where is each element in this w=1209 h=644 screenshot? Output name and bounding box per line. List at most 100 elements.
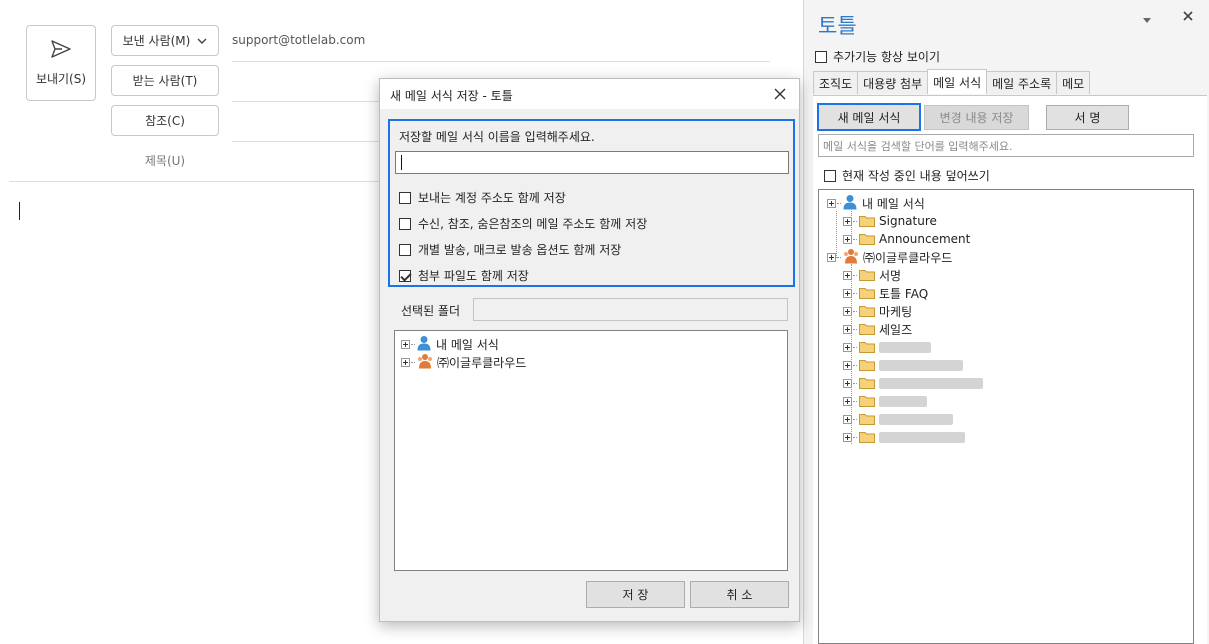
cc-button[interactable]: 참조(C) — [111, 105, 219, 136]
tree-connector — [853, 274, 857, 276]
expand-icon[interactable] — [843, 216, 852, 226]
expand-icon[interactable] — [843, 324, 852, 334]
tree-node-redacted[interactable] — [843, 356, 963, 374]
dialog-close-icon[interactable] — [774, 83, 786, 105]
option-save-recipients[interactable]: 수신, 참조, 숨은참조의 메일 주소도 함께 저장 — [399, 215, 647, 232]
tree-node-redacted[interactable] — [843, 410, 953, 428]
tab-org-chart[interactable]: 조직도 — [813, 71, 859, 94]
tree-node-signature-folder[interactable]: 서명 — [843, 266, 901, 284]
tree-label: 서명 — [879, 268, 902, 283]
option-save-send-options[interactable]: 개별 발송, 매크로 발송 옵션도 함께 저장 — [399, 241, 621, 258]
tab-label: 메일 서식 — [933, 75, 982, 90]
redacted-label — [879, 377, 983, 389]
overwrite-checkbox[interactable] — [824, 169, 836, 182]
tree-label: Signature — [879, 214, 937, 228]
expand-icon[interactable] — [843, 414, 852, 424]
redacted-label — [879, 395, 927, 407]
tree-label: ㈜이글루클라우드 — [863, 250, 953, 265]
from-divider — [232, 61, 770, 62]
option-save-attachments[interactable]: 첨부 파일도 함께 저장 — [399, 267, 529, 284]
option-save-sender[interactable]: 보내는 계정 주소도 함께 저장 — [399, 189, 566, 206]
subject-label: 제목(U) — [144, 154, 186, 168]
signature-button[interactable]: 서 명 — [1046, 105, 1129, 130]
expand-icon[interactable] — [843, 234, 852, 244]
tree-node-my-templates[interactable]: 내 메일 서식 — [827, 194, 925, 212]
tree-node-sales[interactable]: 세일즈 — [843, 320, 912, 338]
tab-mail-templates[interactable]: 메일 서식 — [927, 69, 988, 94]
from-button[interactable]: 보낸 사람(M) — [111, 25, 219, 56]
expand-icon[interactable] — [401, 357, 410, 367]
tab-large-attachment[interactable]: 대용량 첨부 — [857, 71, 929, 94]
tree-node-announcement[interactable]: Announcement — [843, 230, 970, 248]
tree-node-redacted[interactable] — [843, 392, 927, 410]
expand-icon[interactable] — [843, 270, 852, 280]
cancel-button-label: 취 소 — [726, 588, 753, 602]
tree-label: 내 메일 서식 — [436, 337, 499, 352]
tree-connector — [853, 418, 857, 420]
cancel-button[interactable]: 취 소 — [690, 581, 789, 608]
tree-connector — [411, 361, 415, 363]
send-button[interactable]: 보내기(S) — [26, 25, 96, 101]
expand-icon[interactable] — [843, 342, 852, 352]
tree-node-faq[interactable]: 토틀 FAQ — [843, 284, 928, 302]
expand-icon[interactable] — [401, 339, 410, 349]
save-sender-checkbox[interactable] — [399, 191, 411, 204]
always-show-checkbox[interactable] — [815, 50, 827, 63]
redacted-label — [879, 341, 931, 353]
body-cursor[interactable] — [19, 202, 20, 220]
tree-node-redacted[interactable] — [843, 428, 965, 446]
tree-node-marketing[interactable]: 마케팅 — [843, 302, 912, 320]
expand-icon[interactable] — [843, 378, 852, 388]
dialog-folder-tree[interactable]: 내 메일 서식 ㈜이글루클라우드 — [394, 330, 788, 571]
pane-menu-icon[interactable] — [1142, 12, 1152, 28]
save-send-options-checkbox[interactable] — [399, 243, 411, 256]
tree-connector — [837, 202, 841, 204]
always-show-label: 추가기능 항상 보이기 — [833, 50, 940, 64]
expand-icon[interactable] — [843, 288, 852, 298]
dialog-tree-node-my-templates[interactable]: 내 메일 서식 — [401, 335, 499, 353]
folder-icon — [859, 414, 875, 425]
group-icon — [843, 248, 859, 267]
tree-label: 마케팅 — [879, 304, 913, 319]
expand-icon[interactable] — [843, 396, 852, 406]
folder-icon — [859, 216, 875, 227]
option-label: 첨부 파일도 함께 저장 — [418, 269, 529, 283]
template-search-input[interactable]: 메일 서식을 검색할 단어를 입력해주세요. — [818, 134, 1194, 157]
new-template-button[interactable]: 새 메일 서식 — [817, 103, 921, 131]
collapse-icon[interactable] — [827, 252, 836, 262]
tree-connector — [411, 343, 415, 345]
template-tree[interactable]: 내 메일 서식 Signature Announcement ㈜이글루클라우드 — [818, 189, 1194, 644]
new-template-label: 새 메일 서식 — [837, 110, 901, 125]
tab-label: 조직도 — [819, 76, 853, 91]
close-icon[interactable] — [1182, 10, 1194, 26]
template-name-input[interactable] — [395, 151, 789, 174]
tab-address-book[interactable]: 메일 주소록 — [986, 71, 1058, 94]
save-attachments-checkbox[interactable] — [399, 269, 411, 282]
collapse-icon[interactable] — [827, 198, 836, 208]
template-name-prompt: 저장할 메일 서식 이름을 입력해주세요. — [399, 130, 595, 144]
tree-node-company[interactable]: ㈜이글루클라우드 — [827, 248, 952, 266]
option-label: 개별 발송, 매크로 발송 옵션도 함께 저장 — [418, 243, 622, 257]
pane-tabs: 조직도 대용량 첨부 메일 서식 메일 주소록 메모 — [813, 69, 1091, 95]
tree-node-redacted[interactable] — [843, 374, 983, 392]
tree-node-redacted[interactable] — [843, 338, 931, 356]
expand-icon[interactable] — [843, 432, 852, 442]
folder-icon — [859, 270, 875, 281]
tree-node-signature[interactable]: Signature — [843, 212, 937, 230]
expand-icon[interactable] — [843, 306, 852, 316]
save-button[interactable]: 저 장 — [586, 581, 685, 608]
save-changes-button[interactable]: 변경 내용 저장 — [924, 105, 1029, 130]
tab-memo[interactable]: 메모 — [1056, 71, 1091, 94]
always-show-option[interactable]: 추가기능 항상 보이기 — [815, 48, 940, 65]
text-caret — [401, 155, 402, 170]
save-recipients-checkbox[interactable] — [399, 217, 411, 230]
search-placeholder: 메일 서식을 검색할 단어를 입력해주세요. — [823, 140, 1013, 153]
overwrite-option[interactable]: 현재 작성 중인 내용 덮어쓰기 — [824, 167, 990, 184]
dialog-title: 새 메일 서식 저장 - 토틀 — [390, 89, 513, 103]
dialog-tree-node-company[interactable]: ㈜이글루클라우드 — [401, 353, 526, 371]
template-name-group: 저장할 메일 서식 이름을 입력해주세요. 보내는 계정 주소도 함께 저장 수… — [388, 119, 795, 287]
expand-icon[interactable] — [843, 360, 852, 370]
from-address[interactable]: support@totlelab.com — [232, 33, 365, 47]
to-button[interactable]: 받는 사람(T) — [111, 65, 219, 96]
redacted-label — [879, 431, 965, 443]
